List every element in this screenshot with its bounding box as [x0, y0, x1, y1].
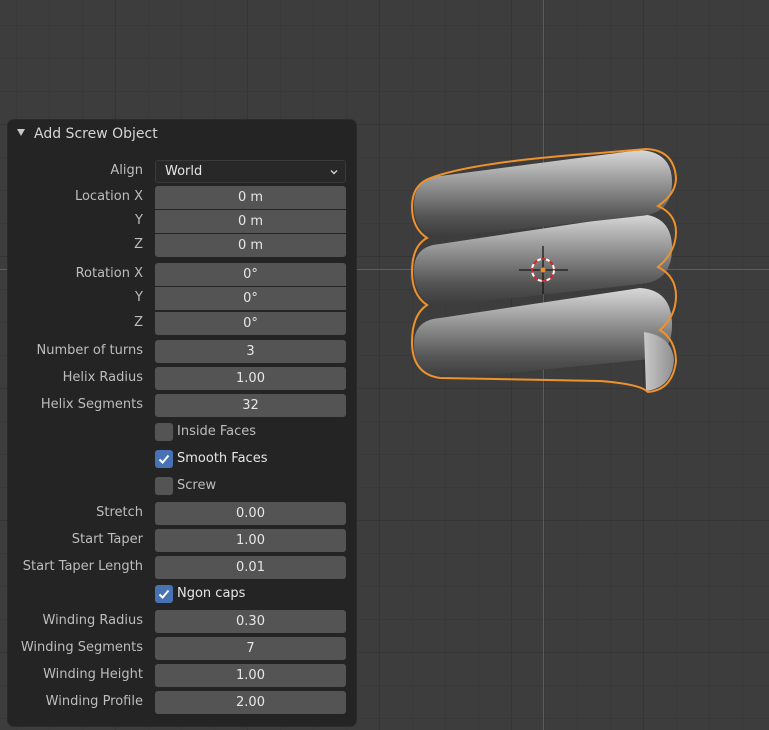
rotation-z-field[interactable]: 0° — [155, 312, 346, 335]
checkmark-icon — [158, 454, 170, 464]
inside-faces-label: Inside Faces — [177, 424, 257, 439]
location-z-label: Z — [134, 237, 143, 252]
helix-radius-row: Helix Radius 1.00 — [8, 367, 356, 390]
number-of-turns-label: Number of turns — [36, 343, 143, 358]
location-y-label: Y — [135, 213, 143, 228]
rotation-z-row: Z 0° — [8, 312, 356, 335]
checkmark-icon — [158, 589, 170, 599]
ngon-caps-checkbox[interactable] — [155, 585, 173, 603]
winding-radius-label: Winding Radius — [42, 613, 144, 628]
winding-profile-label: Winding Profile — [45, 694, 143, 709]
smooth-faces-row[interactable]: Smooth Faces — [8, 447, 356, 470]
winding-segments-label: Winding Segments — [20, 640, 143, 655]
winding-segments-row: Winding Segments 7 — [8, 637, 356, 660]
winding-radius-field[interactable]: 0.30 — [155, 610, 346, 633]
chevron-down-icon — [330, 170, 338, 175]
start-taper-row: Start Taper 1.00 — [8, 529, 356, 552]
smooth-faces-label: Smooth Faces — [177, 451, 268, 466]
smooth-faces-checkbox[interactable] — [155, 450, 173, 468]
rotation-x-field[interactable]: 0° — [155, 263, 346, 286]
winding-profile-field[interactable]: 2.00 — [155, 691, 346, 714]
location-x-label: Location X — [74, 189, 143, 204]
screw-checkbox[interactable] — [155, 477, 173, 495]
align-label: Align — [110, 163, 143, 178]
start-taper-label: Start Taper — [71, 532, 143, 547]
number-of-turns-field[interactable]: 3 — [155, 340, 346, 363]
inside-faces-row[interactable]: Inside Faces — [8, 420, 356, 443]
helix-radius-field[interactable]: 1.00 — [155, 367, 346, 390]
winding-radius-row: Winding Radius 0.30 — [8, 610, 356, 633]
align-dropdown[interactable]: World — [155, 160, 346, 183]
align-value: World — [165, 164, 203, 179]
location-y-field[interactable]: 0 m — [155, 210, 346, 233]
ngon-caps-label: Ngon caps — [177, 586, 246, 601]
start-taper-length-label: Start Taper Length — [22, 559, 143, 574]
screw-label: Screw — [177, 478, 217, 493]
rotation-y-row: Y 0° — [8, 287, 356, 310]
start-taper-field[interactable]: 1.00 — [155, 529, 346, 552]
stretch-field[interactable]: 0.00 — [155, 502, 346, 525]
inside-faces-checkbox[interactable] — [155, 423, 173, 441]
rotation-x-label: Rotation X — [75, 266, 143, 281]
screw-row[interactable]: Screw — [8, 474, 356, 497]
helix-radius-label: Helix Radius — [62, 370, 143, 385]
location-z-row: Z 0 m — [8, 234, 356, 257]
helix-segments-field[interactable]: 32 — [155, 394, 346, 417]
winding-segments-field[interactable]: 7 — [155, 637, 346, 660]
panel-title: Add Screw Object — [34, 126, 158, 142]
location-x-row: Location X 0 m — [8, 186, 356, 209]
rotation-z-label: Z — [134, 315, 143, 330]
start-taper-length-field[interactable]: 0.01 — [155, 556, 346, 579]
location-y-row: Y 0 m — [8, 210, 356, 233]
rotation-y-field[interactable]: 0° — [155, 287, 346, 310]
start-taper-length-row: Start Taper Length 0.01 — [8, 556, 356, 579]
helix-segments-row: Helix Segments 32 — [8, 394, 356, 417]
align-row: Align World — [8, 160, 356, 183]
stretch-label: Stretch — [96, 505, 143, 520]
winding-height-row: Winding Height 1.00 — [8, 664, 356, 687]
redo-last-panel: Add Screw Object Align World Location X … — [8, 120, 356, 726]
winding-profile-row: Winding Profile 2.00 — [8, 691, 356, 714]
collapse-triangle-icon[interactable] — [17, 129, 25, 136]
panel-header[interactable]: Add Screw Object — [8, 120, 356, 148]
stretch-row: Stretch 0.00 — [8, 502, 356, 525]
location-x-field[interactable]: 0 m — [155, 186, 346, 209]
helix-segments-label: Helix Segments — [40, 397, 143, 412]
winding-height-label: Winding Height — [43, 667, 143, 682]
location-z-field[interactable]: 0 m — [155, 234, 346, 257]
rotation-y-label: Y — [135, 290, 143, 305]
winding-height-field[interactable]: 1.00 — [155, 664, 346, 687]
ngon-caps-row[interactable]: Ngon caps — [8, 582, 356, 605]
rotation-x-row: Rotation X 0° — [8, 263, 356, 286]
number-of-turns-row: Number of turns 3 — [8, 340, 356, 363]
